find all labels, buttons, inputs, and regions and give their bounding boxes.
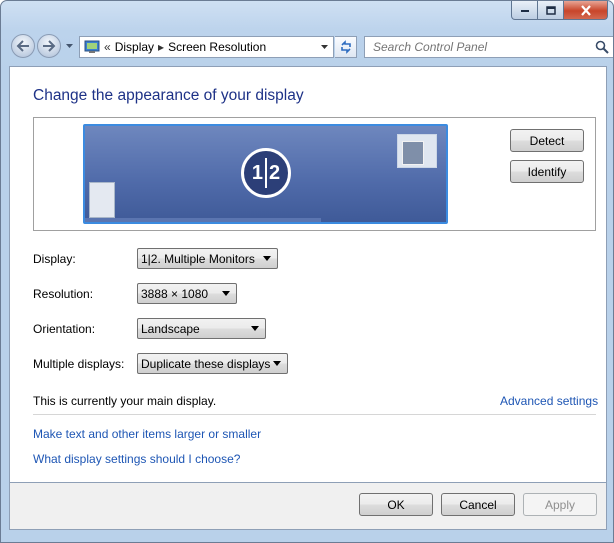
monitor-number-badge: 1 2 [241, 148, 291, 198]
search-icon[interactable] [595, 40, 609, 54]
resolution-label: Resolution: [33, 287, 94, 301]
multiple-displays-select[interactable]: Duplicate these displays [137, 353, 288, 374]
refresh-button[interactable] [335, 36, 357, 58]
chevron-down-icon [65, 43, 73, 48]
apply-button[interactable]: Apply [523, 493, 597, 516]
dialog-button-bar: OK Cancel Apply [9, 483, 607, 530]
breadcrumb-overflow[interactable]: « [104, 40, 111, 54]
main-display-status: This is currently your main display. [33, 394, 217, 408]
window-thumbnail-icon [397, 134, 437, 168]
divider [33, 414, 596, 415]
orientation-select-value: Landscape [141, 321, 200, 336]
breadcrumb-separator[interactable]: ▸ [158, 40, 164, 54]
screen-resolution-window: « Display ▸ Screen Resolution Change the… [0, 0, 614, 543]
display-select[interactable]: 1|2. Multiple Monitors [137, 248, 278, 269]
display-select-value: 1|2. Multiple Monitors [141, 251, 255, 266]
chevron-down-icon [251, 326, 259, 331]
detect-button[interactable]: Detect [510, 129, 584, 152]
minimize-icon [520, 10, 529, 12]
maximize-button[interactable] [538, 1, 564, 20]
arrow-right-icon [43, 40, 56, 52]
control-panel-icon [84, 40, 100, 53]
arrow-left-icon [16, 40, 29, 52]
search-box[interactable] [364, 36, 613, 58]
address-bar[interactable]: « Display ▸ Screen Resolution [79, 36, 334, 58]
chevron-down-icon[interactable] [320, 41, 329, 53]
forward-button[interactable] [37, 34, 61, 58]
display-label: Display: [33, 252, 76, 266]
monitor-preview[interactable]: 1 2 [83, 124, 448, 224]
minimize-button[interactable] [511, 1, 538, 20]
display-help-link[interactable]: What display settings should I choose? [33, 452, 240, 466]
resolution-select-value: 3888 × 1080 [141, 286, 209, 301]
back-button[interactable] [11, 34, 35, 58]
ok-button[interactable]: OK [359, 493, 433, 516]
breadcrumb-display[interactable]: Display [115, 40, 154, 54]
close-icon [580, 4, 591, 16]
breadcrumb-screen-resolution[interactable]: Screen Resolution [168, 40, 266, 54]
close-button[interactable] [564, 1, 608, 20]
search-input[interactable] [371, 39, 585, 55]
page-title: Change the appearance of your display [33, 87, 304, 104]
cancel-button[interactable]: Cancel [441, 493, 515, 516]
chevron-down-icon [263, 256, 271, 261]
monitor-number-1: 1 [251, 161, 263, 184]
multiple-displays-select-value: Duplicate these displays [141, 356, 271, 371]
resolution-select[interactable]: 3888 × 1080 [137, 283, 237, 304]
chevron-down-icon [222, 291, 230, 296]
content-pane: Change the appearance of your display 1 … [9, 66, 607, 483]
text-size-link[interactable]: Make text and other items larger or smal… [33, 427, 261, 441]
taskbar-thumbnail [85, 218, 321, 222]
recent-pages-dropdown[interactable] [64, 40, 74, 52]
advanced-settings-link[interactable]: Advanced settings [500, 394, 598, 408]
navigation-bar: « Display ▸ Screen Resolution [9, 32, 613, 60]
orientation-label: Orientation: [33, 322, 96, 336]
monitor-number-divider [265, 158, 267, 188]
chevron-down-icon [273, 361, 281, 366]
monitor-number-2: 2 [269, 161, 281, 184]
caption-buttons [511, 1, 608, 20]
display-preview: 1 2 Detect Identify [33, 117, 596, 231]
multiple-displays-label: Multiple displays: [33, 357, 125, 371]
window-thumbnail-small-icon [89, 182, 115, 218]
orientation-select[interactable]: Landscape [137, 318, 266, 339]
identify-button[interactable]: Identify [510, 160, 584, 183]
refresh-icon [340, 40, 351, 54]
maximize-icon [545, 5, 556, 15]
